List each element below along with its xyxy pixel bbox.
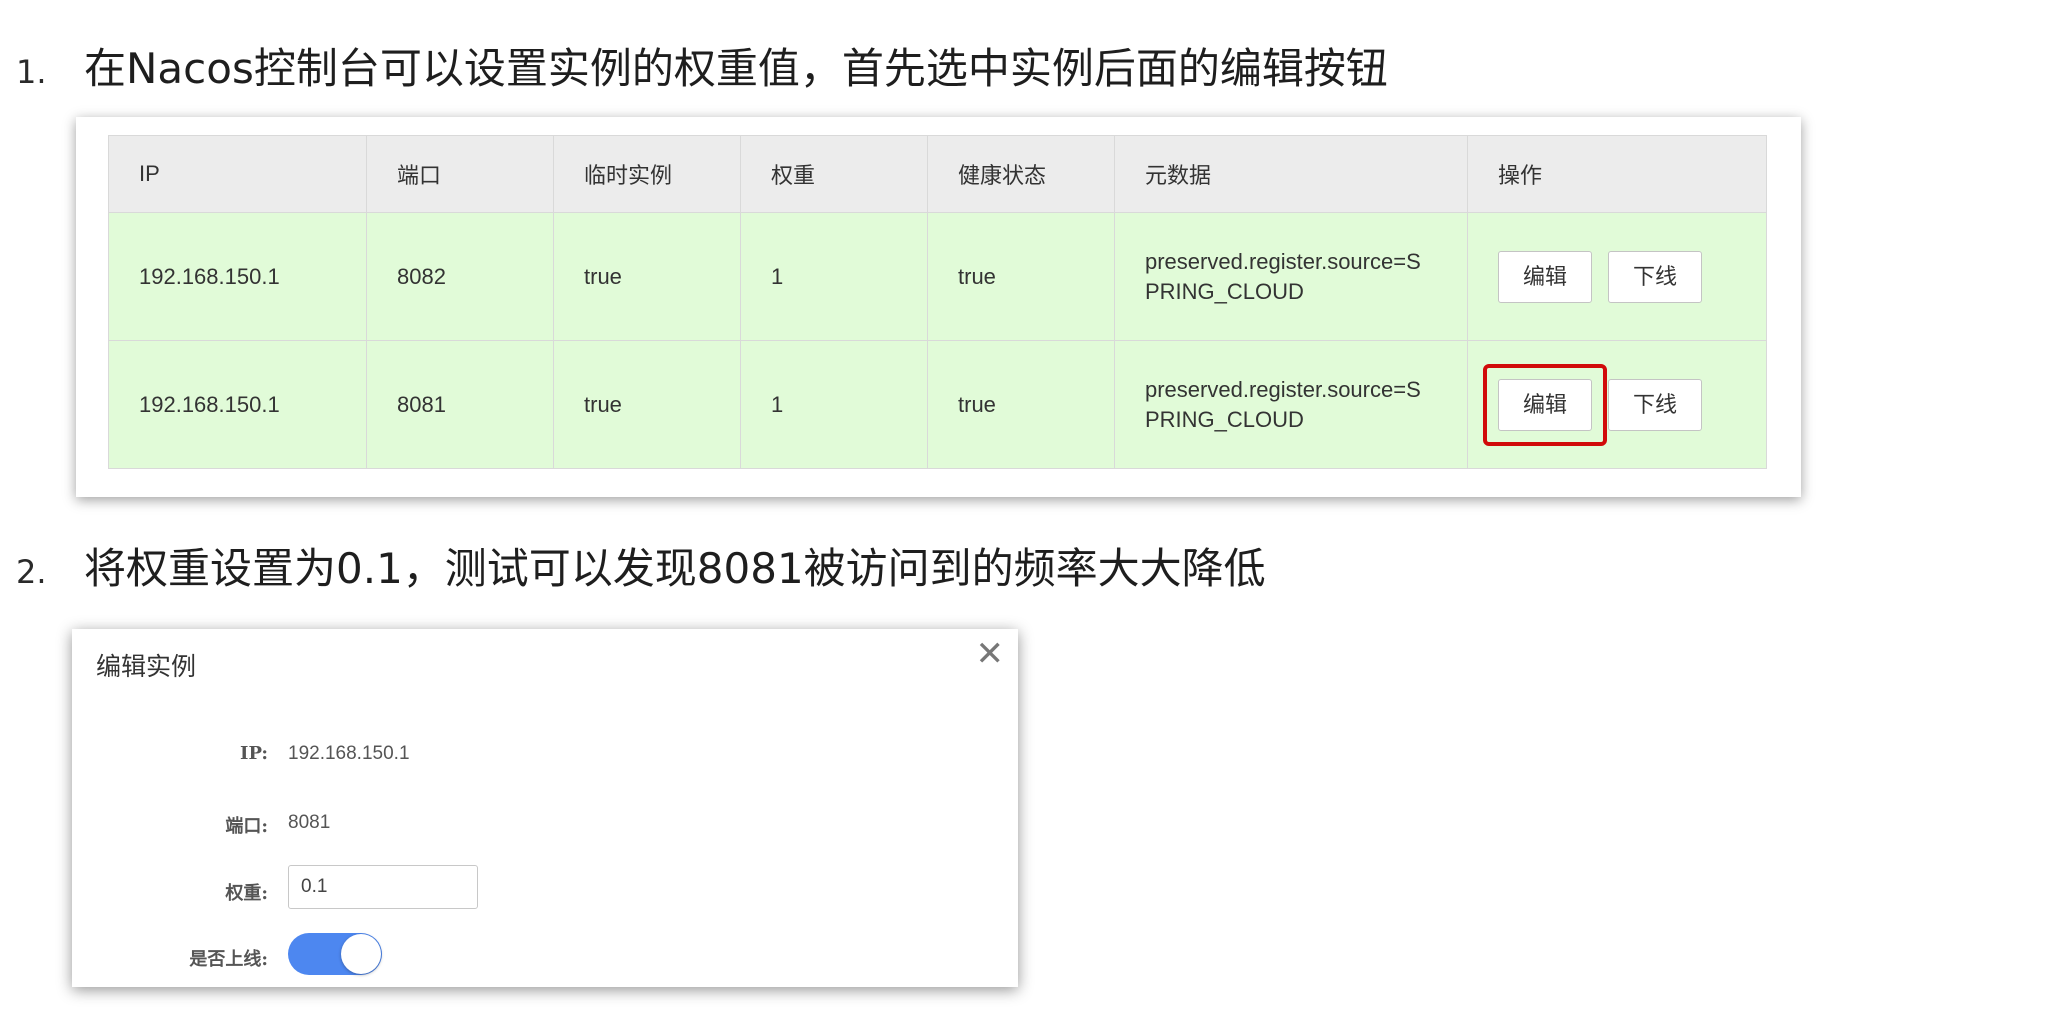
table-header-row: IP 端口 临时实例 权重 健康状态 元数据 操作 [108,135,1767,213]
ip-row: IP: 192.168.150.1 [72,733,1018,779]
cell-ephemeral: true [553,340,741,469]
step-number: 1. [16,53,47,91]
metadata-line-1: preserved.register.source=S [1145,376,1421,402]
weight-label: 权重: [225,883,268,904]
cell-actions: 编辑 下线 [1467,340,1767,469]
cell-metadata: preserved.register.source=S PRING_CLOUD [1114,340,1468,469]
cell-ip: 192.168.150.1 [108,340,367,469]
cell-healthy: true [927,212,1115,341]
column-header-actions: 操作 [1467,135,1767,213]
port-value: 8081 [288,812,331,833]
cell-ip: 192.168.150.1 [108,212,367,341]
cell-port: 8082 [366,212,554,341]
column-header-health: 健康状态 [927,135,1115,213]
online-label: 是否上线: [189,949,268,970]
toggle-knob [341,934,381,974]
metadata-line-1: preserved.register.source=S [1145,248,1421,274]
offline-button[interactable]: 下线 [1608,378,1702,431]
table-row: 192.168.150.1 8082 true 1 true preserved… [108,212,1767,341]
instance-table-screenshot: IP 端口 临时实例 权重 健康状态 元数据 操作 192.168.150.1 … [76,117,1801,497]
offline-button[interactable]: 下线 [1608,250,1702,303]
metadata-line-2: PRING_CLOUD [1145,278,1304,304]
online-row: 是否上线: [72,933,1018,979]
weight-input[interactable] [288,865,478,909]
close-icon[interactable]: ✕ [976,637,1005,671]
port-label: 端口: [225,816,268,837]
dialog-title: 编辑实例 [96,653,197,681]
column-header-ip: IP [108,135,367,213]
cell-weight: 1 [740,340,928,469]
edit-instance-dialog: 编辑实例 ✕ IP: 192.168.150.1 端口: 8081 权重: 是否… [72,629,1018,987]
metadata-line-2: PRING_CLOUD [1145,406,1304,432]
column-header-ephemeral: 临时实例 [553,135,741,213]
weight-row: 权重: [72,865,1018,911]
step-text: 在Nacos控制台可以设置实例的权重值，首先选中实例后面的编辑按钮 [84,44,1388,93]
online-toggle[interactable] [288,933,382,975]
cell-weight: 1 [740,212,928,341]
instance-table: IP 端口 临时实例 权重 健康状态 元数据 操作 192.168.150.1 … [108,135,1767,469]
port-row: 端口: 8081 [72,802,1018,848]
step-number: 2. [16,553,47,591]
cell-ephemeral: true [553,212,741,341]
ip-label: IP: [240,743,268,764]
cell-metadata: preserved.register.source=S PRING_CLOUD [1114,212,1468,341]
column-header-weight: 权重 [740,135,928,213]
ip-value: 192.168.150.1 [288,743,410,764]
column-header-port: 端口 [366,135,554,213]
table-row: 192.168.150.1 8081 true 1 true preserved… [108,340,1767,469]
column-header-metadata: 元数据 [1114,135,1468,213]
cell-actions: 编辑 下线 [1467,212,1767,341]
cell-healthy: true [927,340,1115,469]
edit-button-highlighted[interactable]: 编辑 [1483,363,1607,446]
edit-button[interactable]: 编辑 [1498,250,1592,303]
step-text: 将权重设置为0.1，测试可以发现8081被访问到的频率大大降低 [84,544,1266,593]
cell-port: 8081 [366,340,554,469]
